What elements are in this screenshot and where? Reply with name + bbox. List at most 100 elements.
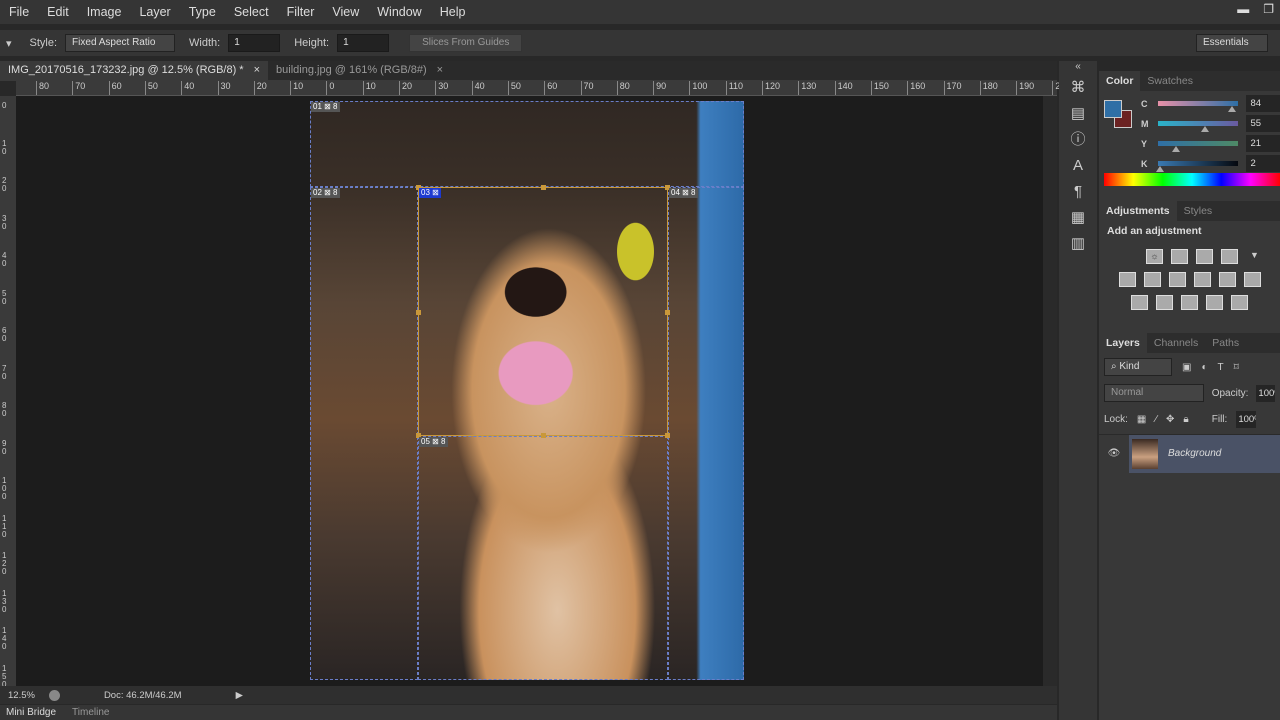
tab-paths[interactable]: Paths (1205, 333, 1246, 353)
black-white-icon[interactable] (1168, 272, 1186, 287)
menu-view[interactable]: View (323, 5, 368, 19)
curves-icon[interactable] (1196, 249, 1213, 264)
tab-timeline[interactable]: Timeline (72, 707, 109, 718)
slice-05[interactable] (418, 436, 668, 680)
selective-color-icon[interactable] (1206, 295, 1223, 310)
photo-filter-icon[interactable] (1193, 272, 1211, 287)
restore-button[interactable]: ❐ (1263, 2, 1274, 16)
menu-edit[interactable]: Edit (38, 5, 78, 19)
collapse-icon[interactable]: « (1059, 61, 1097, 75)
tab-adjustments[interactable]: Adjustments (1099, 201, 1177, 221)
lock-image-icon[interactable]: ∕ (1155, 414, 1157, 425)
tab-building[interactable]: building.jpg @ 161% (RGB/8#) × (268, 61, 451, 81)
minimize-button[interactable]: ▬ (1237, 2, 1249, 16)
layer-row-background[interactable]: 👁︎ Background (1099, 434, 1280, 473)
height-input[interactable]: 1 (337, 34, 390, 52)
channel-mixer-icon[interactable] (1218, 272, 1236, 287)
levels-icon[interactable] (1171, 249, 1188, 264)
bottom-panel-tabs: Mini Bridge Timeline (0, 705, 1057, 720)
c-slider[interactable] (1158, 101, 1238, 112)
menu-layer[interactable]: Layer (130, 5, 179, 19)
posterize-icon[interactable] (1156, 295, 1173, 310)
tab-color[interactable]: Color (1099, 71, 1141, 91)
resize-handle[interactable] (541, 433, 546, 438)
resize-handle[interactable] (541, 185, 546, 190)
menu-filter[interactable]: Filter (278, 5, 324, 19)
lock-all-icon[interactable]: 🔒︎ (1183, 414, 1188, 425)
hue-saturation-icon[interactable] (1118, 272, 1136, 287)
paragraph-icon[interactable]: ¶ (1059, 179, 1097, 205)
slices-from-guides-button[interactable]: Slices From Guides (409, 34, 523, 52)
resize-handle[interactable] (665, 433, 670, 438)
menu-image[interactable]: Image (78, 5, 131, 19)
invert-icon[interactable] (1131, 295, 1148, 310)
slice-label-02: 02 ⊠ 8 (311, 188, 340, 198)
k-value[interactable]: 2 (1245, 155, 1280, 172)
m-value[interactable]: 55 (1245, 115, 1280, 132)
opacity-input[interactable]: 100% (1256, 384, 1275, 402)
k-slider[interactable] (1156, 161, 1238, 172)
gradient-map-icon[interactable] (1231, 295, 1248, 310)
menu-help[interactable]: Help (431, 5, 475, 19)
tab-channels[interactable]: Channels (1147, 333, 1205, 353)
color-balance-icon[interactable] (1143, 272, 1161, 287)
y-value[interactable]: 21 (1245, 135, 1280, 152)
menu-window[interactable]: Window (368, 5, 430, 19)
kind-filter[interactable]: ⌕ Kind (1104, 358, 1172, 376)
share-icon[interactable] (48, 689, 60, 701)
slice-01[interactable] (310, 101, 744, 187)
blend-mode-select[interactable]: Normal (1104, 384, 1204, 402)
menu-type[interactable]: Type (180, 5, 225, 19)
menu-file[interactable]: File (0, 5, 38, 19)
color-lookup-icon[interactable] (1243, 272, 1261, 287)
notes-icon[interactable]: ▥ (1059, 231, 1097, 257)
layer-name[interactable]: Background (1168, 448, 1221, 459)
fill-input[interactable]: 100% (1236, 411, 1257, 428)
info-icon[interactable]: ⓘ (1059, 127, 1097, 153)
character-icon[interactable]: A (1059, 153, 1097, 179)
width-input[interactable]: 1 (228, 34, 281, 52)
ruler-tick-label: 8 0 (2, 401, 7, 418)
style-select[interactable]: Fixed Aspect Ratio (65, 34, 176, 52)
vibrance-icon[interactable]: ▼ (1246, 249, 1263, 264)
lock-transparent-icon[interactable]: ▦ (1137, 414, 1146, 425)
tab-swatches[interactable]: Swatches (1140, 71, 1200, 91)
color-ramp[interactable] (1104, 173, 1280, 186)
slice-04[interactable] (668, 187, 744, 680)
tab-layers[interactable]: Layers (1099, 333, 1147, 353)
m-slider[interactable] (1158, 121, 1238, 132)
exposure-icon[interactable] (1221, 249, 1238, 264)
close-icon[interactable]: × (254, 64, 260, 78)
resize-handle[interactable] (665, 310, 670, 315)
menu-select[interactable]: Select (225, 5, 278, 19)
c-value[interactable]: 84 (1245, 95, 1280, 112)
tab-mini-bridge[interactable]: Mini Bridge (6, 707, 56, 718)
foreground-color-swatch[interactable] (1104, 100, 1122, 118)
status-menu-arrow-icon[interactable]: ▶ (236, 690, 243, 701)
slice-02[interactable] (310, 187, 418, 680)
filter-adjustment-icon[interactable]: ◐ (1201, 362, 1207, 373)
lock-position-icon[interactable]: ✥ (1166, 414, 1174, 425)
filter-pixel-icon[interactable]: ▣ (1182, 362, 1191, 373)
resize-handle[interactable] (416, 310, 421, 315)
visibility-eye-icon[interactable]: 👁︎ (1099, 448, 1129, 459)
tool-preset-dropdown-icon[interactable]: ▾ (6, 37, 12, 50)
selected-slice-03[interactable] (416, 185, 670, 438)
properties-icon[interactable]: ▦ (1059, 205, 1097, 231)
adjustments-panel: Add an adjustment ☼ ▼ (1099, 221, 1280, 333)
tab-img[interactable]: IMG_20170516_173232.jpg @ 12.5% (RGB/8) … (0, 61, 269, 81)
brightness-contrast-icon[interactable]: ☼ (1146, 249, 1163, 264)
tab-styles[interactable]: Styles (1177, 201, 1220, 221)
threshold-icon[interactable] (1181, 295, 1198, 310)
options-bar: ▾ Style: Fixed Aspect Ratio Width: 1 Hei… (0, 30, 1280, 56)
vertical-scrollbar[interactable] (1043, 96, 1057, 686)
actions-icon[interactable]: ▤ (1059, 101, 1097, 127)
ruler-tick-label: 30 (435, 81, 448, 95)
y-slider[interactable] (1158, 141, 1238, 152)
workspace-select[interactable]: Essentials (1196, 34, 1268, 52)
zoom-level[interactable]: 12.5% (8, 690, 35, 701)
filter-type-icon[interactable]: T (1218, 362, 1224, 373)
history-icon[interactable]: ⌘ (1059, 75, 1097, 101)
filter-shape-icon[interactable]: ⌑ (1234, 362, 1239, 373)
close-icon[interactable]: × (437, 64, 443, 78)
